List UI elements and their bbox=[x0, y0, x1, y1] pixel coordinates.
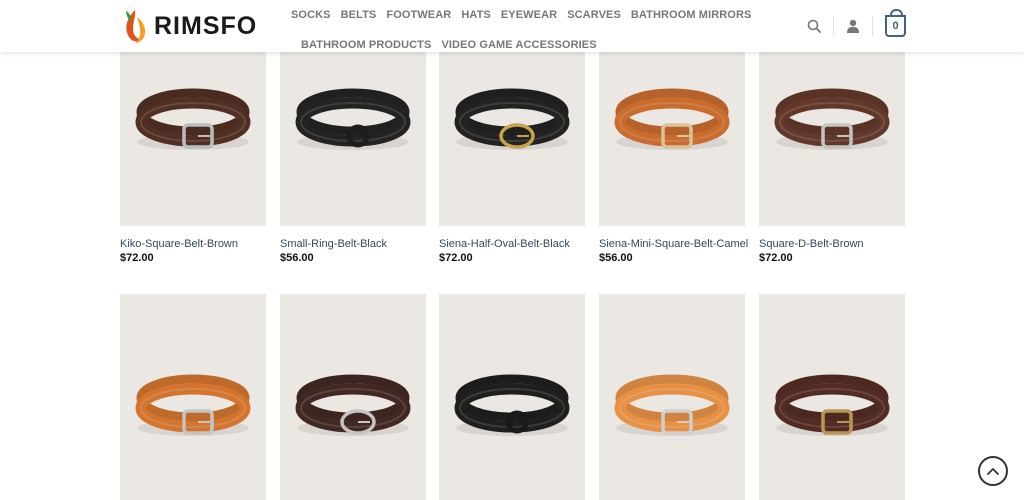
product-image[interactable] bbox=[759, 294, 905, 500]
product-card[interactable] bbox=[759, 294, 905, 500]
nav-item-socks[interactable]: SOCKS bbox=[286, 9, 336, 21]
header-divider bbox=[833, 16, 834, 36]
product-price: $56.00 bbox=[280, 252, 314, 264]
nav-item-bathroom-products[interactable]: BATHROOM PRODUCTS bbox=[296, 39, 436, 51]
product-card[interactable] bbox=[280, 294, 426, 500]
product-title[interactable]: Siena-Half-Oval-Belt-Black bbox=[439, 238, 570, 250]
nav-item-scarves[interactable]: SCARVES bbox=[562, 9, 626, 21]
product-image[interactable] bbox=[599, 294, 745, 500]
product-price: $72.00 bbox=[759, 252, 793, 264]
leaf-flame-logo-icon bbox=[126, 10, 146, 43]
brand-logo[interactable]: RIMSFO bbox=[120, 7, 257, 45]
belt-illustration bbox=[135, 374, 251, 436]
belt-illustration bbox=[454, 374, 570, 436]
user-icon[interactable] bbox=[842, 15, 864, 37]
product-title[interactable]: Siena-Mini-Square-Belt-Camel bbox=[599, 238, 748, 250]
belt-illustration bbox=[774, 374, 890, 436]
product-image[interactable] bbox=[439, 294, 585, 500]
belt-illustration bbox=[614, 374, 730, 436]
brand-name: RIMSFO bbox=[154, 11, 258, 40]
nav-item-video-game-accessories[interactable]: VIDEO GAME ACCESSORIES bbox=[436, 39, 601, 51]
product-title[interactable]: Kiko-Square-Belt-Brown bbox=[120, 238, 238, 250]
nav-item-eyewear[interactable]: EYEWEAR bbox=[496, 9, 562, 21]
product-price: $72.00 bbox=[120, 252, 154, 264]
nav-item-footwear[interactable]: FOOTWEAR bbox=[381, 9, 456, 21]
chevron-up-icon bbox=[987, 468, 999, 475]
product-price: $56.00 bbox=[599, 252, 633, 264]
cart-button[interactable]: 0 bbox=[885, 9, 906, 37]
main-navigation: SOCKS BELTS FOOTWEAR HATS EYEWEAR SCARVES BATH… bbox=[286, 0, 751, 60]
cart-count: 0 bbox=[892, 20, 899, 32]
back-to-top-button[interactable] bbox=[978, 456, 1008, 486]
nav-row-2: BATHROOM PRODUCTS VIDEO GAME ACCESSORIES bbox=[286, 30, 716, 60]
nav-item-bathroom-mirrors[interactable]: BATHROOM MIRRORS bbox=[626, 9, 757, 21]
product-price: $72.00 bbox=[439, 252, 473, 264]
belt-illustration bbox=[295, 374, 411, 436]
header-actions: 0 bbox=[803, 9, 906, 38]
header-divider bbox=[872, 16, 873, 36]
product-card[interactable] bbox=[439, 294, 585, 500]
product-title[interactable]: Square-D-Belt-Brown bbox=[759, 238, 864, 250]
search-icon[interactable] bbox=[803, 15, 825, 37]
nav-item-hats[interactable]: HATS bbox=[456, 9, 496, 21]
nav-row-1: SOCKS BELTS FOOTWEAR HATS EYEWEAR SCARVES BATH… bbox=[286, 0, 751, 30]
product-image[interactable] bbox=[280, 294, 426, 500]
product-card[interactable] bbox=[120, 294, 266, 500]
product-card[interactable] bbox=[599, 294, 745, 500]
product-image[interactable] bbox=[120, 294, 266, 500]
nav-item-belts[interactable]: BELTS bbox=[336, 9, 382, 21]
product-title[interactable]: Small-Ring-Belt-Black bbox=[280, 238, 387, 250]
site-header: RIMSFO SOCKS BELTS FOOTWEAR HATS EYEWEAR SCAR… bbox=[0, 0, 1024, 52]
